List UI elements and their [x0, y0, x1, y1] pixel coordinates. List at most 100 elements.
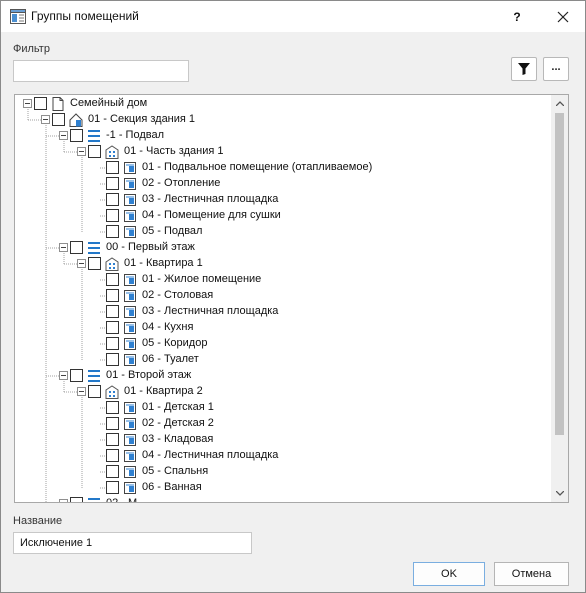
tree-node[interactable]: 01 - Детская 1: [15, 400, 551, 416]
tree-node[interactable]: 01 - Подвальное помещение (отапливаемое): [15, 160, 551, 176]
node-checkbox[interactable]: [106, 305, 119, 318]
tree-node[interactable]: 01 - Квартира 1: [15, 256, 551, 272]
cancel-button[interactable]: Отмена: [494, 562, 569, 586]
tree-node[interactable]: 02 - Детская 2: [15, 416, 551, 432]
tree-node[interactable]: -1 - Подвал: [15, 128, 551, 144]
tree-node-label: 06 - Туалет: [142, 353, 199, 365]
node-checkbox[interactable]: [106, 337, 119, 350]
tree-node[interactable]: 06 - Туалет: [15, 352, 551, 368]
node-checkbox[interactable]: [106, 161, 119, 174]
tree-node[interactable]: 05 - Спальня: [15, 464, 551, 480]
floor-levels-icon: [88, 498, 100, 500]
node-checkbox[interactable]: [106, 289, 119, 302]
tree-node[interactable]: 04 - Помещение для сушки: [15, 208, 551, 224]
tree-node[interactable]: 04 - Кухня: [15, 320, 551, 336]
tree-node-label: 02 - Детская 2: [142, 417, 214, 429]
room-icon: [124, 226, 136, 238]
window-title: Группы помещений: [31, 9, 139, 23]
room-icon: [124, 466, 136, 478]
collapse-toggle-icon[interactable]: [77, 387, 86, 396]
tree-node[interactable]: 06 - Ванная: [15, 480, 551, 496]
tree-node[interactable]: 01 - Второй этаж: [15, 368, 551, 384]
node-checkbox[interactable]: [106, 465, 119, 478]
room-groups-tree[interactable]: Семейный дом 01 - Секция здания 1 -1 - Под…: [14, 94, 569, 503]
vertical-scrollbar[interactable]: [551, 95, 568, 502]
name-input[interactable]: [13, 532, 252, 554]
room-icon: [124, 322, 136, 334]
room-icon: [124, 450, 136, 462]
tree-node[interactable]: 01 - Квартира 2: [15, 384, 551, 400]
tree-node-label: 01 - Жилое помещение: [142, 273, 262, 285]
node-checkbox[interactable]: [70, 497, 83, 502]
collapse-toggle-icon[interactable]: [41, 115, 50, 124]
tree-node[interactable]: 03 - Кладовая: [15, 432, 551, 448]
name-label: Название: [13, 515, 63, 527]
tree-node-label: 02 - Отопление: [142, 177, 221, 189]
scroll-up-button[interactable]: [551, 95, 568, 112]
node-checkbox[interactable]: [106, 433, 119, 446]
tree-node[interactable]: 01 - Часть здания 1: [15, 144, 551, 160]
room-icon: [124, 194, 136, 206]
filter-input[interactable]: [13, 60, 189, 82]
tree-node-label: 04 - Кухня: [142, 321, 194, 333]
node-checkbox[interactable]: [106, 321, 119, 334]
title-bar[interactable]: Группы помещений ?: [1, 1, 585, 32]
collapse-toggle-icon[interactable]: [59, 499, 68, 502]
node-checkbox[interactable]: [70, 129, 83, 142]
tree-node-label: 05 - Коридор: [142, 337, 208, 349]
node-checkbox[interactable]: [106, 193, 119, 206]
scroll-down-button[interactable]: [551, 485, 568, 502]
node-checkbox[interactable]: [88, 257, 101, 270]
node-checkbox[interactable]: [70, 241, 83, 254]
node-checkbox[interactable]: [106, 417, 119, 430]
filter-button[interactable]: [511, 57, 537, 81]
floor-levels-icon: [88, 130, 100, 142]
tree-node-label: 02 - М...: [106, 497, 146, 502]
collapse-toggle-icon[interactable]: [77, 147, 86, 156]
collapse-toggle-icon[interactable]: [59, 371, 68, 380]
more-options-label: ...: [551, 61, 561, 73]
room-icon: [124, 306, 136, 318]
node-checkbox[interactable]: [106, 177, 119, 190]
node-checkbox[interactable]: [88, 145, 101, 158]
tree-node[interactable]: 00 - Первый этаж: [15, 240, 551, 256]
node-checkbox[interactable]: [106, 481, 119, 494]
room-icon: [124, 290, 136, 302]
collapse-toggle-icon[interactable]: [59, 243, 68, 252]
node-checkbox[interactable]: [70, 369, 83, 382]
node-checkbox[interactable]: [52, 113, 65, 126]
tree-node-label: 01 - Часть здания 1: [124, 145, 224, 157]
tree-node[interactable]: 05 - Подвал: [15, 224, 551, 240]
collapse-toggle-icon[interactable]: [77, 259, 86, 268]
node-checkbox[interactable]: [106, 225, 119, 238]
tree-node[interactable]: 03 - Лестничная площадка: [15, 304, 551, 320]
tree-node[interactable]: 03 - Лестничная площадка: [15, 192, 551, 208]
tree-node[interactable]: 04 - Лестничная площадка: [15, 448, 551, 464]
tree-node[interactable]: 02 - Отопление: [15, 176, 551, 192]
building-part-icon: [105, 257, 119, 271]
tree-node[interactable]: 02 - Столовая: [15, 288, 551, 304]
scroll-thumb[interactable]: [555, 113, 564, 435]
more-options-button[interactable]: ...: [543, 57, 569, 81]
collapse-toggle-icon[interactable]: [59, 131, 68, 140]
help-button[interactable]: ?: [495, 1, 539, 32]
node-checkbox[interactable]: [106, 273, 119, 286]
tree-node[interactable]: Семейный дом: [15, 96, 551, 112]
funnel-icon: [518, 63, 530, 75]
node-checkbox[interactable]: [106, 209, 119, 222]
close-button[interactable]: [541, 1, 585, 32]
tree-node[interactable]: 01 - Секция здания 1: [15, 112, 551, 128]
tree-node[interactable]: 01 - Жилое помещение: [15, 272, 551, 288]
tree-node-label: Семейный дом: [70, 97, 148, 109]
ok-button[interactable]: OK: [413, 562, 485, 586]
node-checkbox[interactable]: [106, 353, 119, 366]
collapse-toggle-icon[interactable]: [23, 99, 32, 108]
tree-node[interactable]: 02 - М...: [15, 496, 551, 502]
node-checkbox[interactable]: [106, 449, 119, 462]
node-checkbox[interactable]: [106, 401, 119, 414]
building-section-icon: [69, 113, 83, 127]
node-checkbox[interactable]: [88, 385, 101, 398]
tree-node-label: 01 - Подвальное помещение (отапливаемое): [142, 161, 373, 173]
node-checkbox[interactable]: [34, 97, 47, 110]
tree-node[interactable]: 05 - Коридор: [15, 336, 551, 352]
